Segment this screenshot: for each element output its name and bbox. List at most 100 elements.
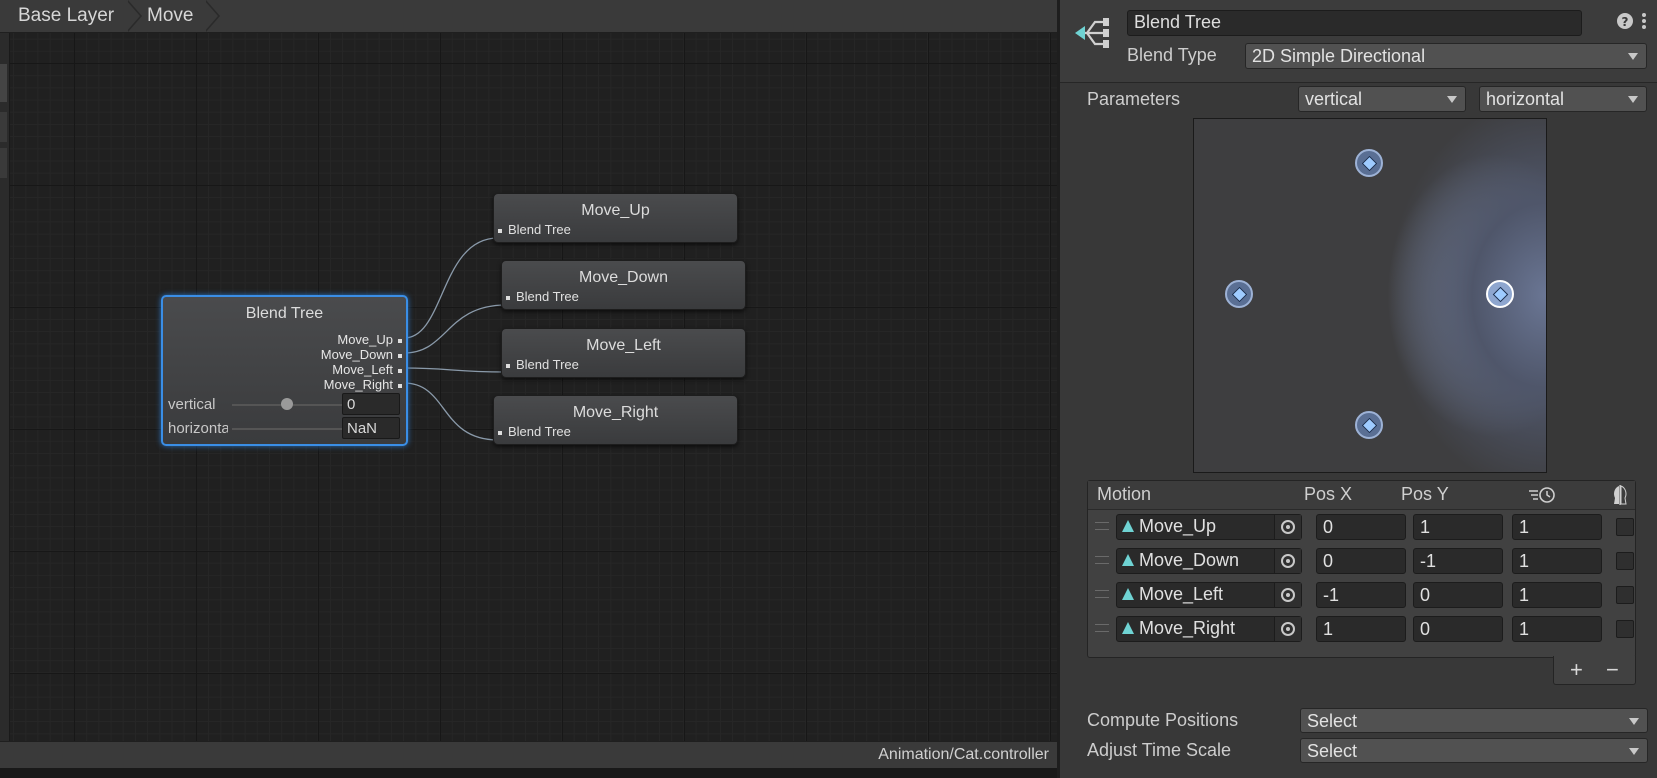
animator-graph[interactable]: Blend Tree Move_Up Move_Down Move_Left M… (0, 0, 1057, 778)
param-row-horizontal: horizontal NaN (167, 417, 402, 441)
animation-clip-icon (1122, 554, 1134, 566)
blend-tree-node[interactable]: Blend Tree Move_Up Move_Down Move_Left M… (161, 295, 408, 446)
pos-x-field[interactable]: -1 (1316, 582, 1406, 608)
object-picker-icon[interactable] (1274, 549, 1301, 573)
pos-x-field[interactable]: 0 (1316, 514, 1406, 540)
param-row-vertical: vertical 0 (167, 393, 402, 417)
help-icon[interactable]: ? (1616, 12, 1634, 30)
drag-handle-icon[interactable] (1095, 522, 1109, 530)
pos-x-field[interactable]: 0 (1316, 548, 1406, 574)
chevron-down-icon (1629, 718, 1639, 725)
blend-point-move-right[interactable] (1486, 280, 1514, 308)
output-port-move-right[interactable]: Move_Right (324, 377, 402, 392)
wire-move-right (403, 382, 499, 441)
pos-y-field[interactable]: 0 (1413, 582, 1503, 608)
parameter-x-dropdown[interactable]: vertical (1298, 86, 1466, 112)
input-port[interactable]: Blend Tree (506, 289, 579, 304)
motion-node-title: Move_Left (586, 337, 661, 354)
add-motion-button[interactable]: + (1570, 657, 1583, 683)
drag-handle-icon[interactable] (1095, 624, 1109, 632)
blend-tree-icon (1075, 18, 1109, 48)
motion-name: Move_Right (1139, 618, 1236, 638)
breadcrumb-item-move[interactable]: Move (147, 0, 193, 32)
motion-row-move-right: Move_Right 1 0 1 (1088, 613, 1635, 647)
pos-y-field[interactable]: 0 (1413, 616, 1503, 642)
blend-tree-name-field[interactable]: Blend Tree (1127, 10, 1582, 36)
pos-x-field[interactable]: 1 (1316, 616, 1406, 642)
kebab-menu-icon[interactable] (1640, 12, 1648, 30)
param-value-field[interactable]: 0 (342, 393, 400, 415)
bottom-bar (0, 768, 1057, 778)
output-label: Move_Left (332, 362, 393, 377)
parameter-y-dropdown[interactable]: horizontal (1479, 86, 1647, 112)
compute-positions-value: Select (1307, 711, 1358, 731)
object-picker-icon[interactable] (1274, 617, 1301, 641)
edge-tab-2[interactable] (0, 112, 7, 142)
object-picker-icon[interactable] (1274, 583, 1301, 607)
edge-tab-3[interactable] (0, 148, 7, 178)
input-port[interactable]: Blend Tree (498, 424, 571, 439)
blend-type-dropdown[interactable]: 2D Simple Directional (1245, 43, 1647, 69)
time-scale-field[interactable]: 1 (1512, 548, 1602, 574)
mirror-checkbox[interactable] (1616, 518, 1634, 536)
pos-y-field[interactable]: -1 (1413, 548, 1503, 574)
time-scale-field[interactable]: 1 (1512, 582, 1602, 608)
time-scale-field[interactable]: 1 (1512, 514, 1602, 540)
drag-handle-icon[interactable] (1095, 556, 1109, 564)
motion-table-header: Motion Pos X Pos Y (1088, 481, 1635, 510)
mirror-checkbox[interactable] (1616, 552, 1634, 570)
blend-tree-node-title: Blend Tree (245, 305, 324, 322)
animation-clip-icon (1122, 588, 1134, 600)
output-port-move-down[interactable]: Move_Down (321, 347, 402, 362)
breadcrumb-separator-fill (204, 0, 218, 32)
output-port-move-left[interactable]: Move_Left (332, 362, 402, 377)
param-slider-track[interactable] (232, 428, 342, 430)
remove-motion-button[interactable]: − (1606, 657, 1619, 683)
time-scale-field[interactable]: 1 (1512, 616, 1602, 642)
motion-node-move-right[interactable]: Move_Right Blend Tree (493, 395, 738, 445)
motion-row-move-down: Move_Down 0 -1 1 (1088, 545, 1635, 579)
motion-field[interactable]: Move_Left (1116, 582, 1302, 608)
blend-point-move-up[interactable] (1355, 149, 1383, 177)
param-slider-knob[interactable] (281, 398, 293, 410)
controller-path: Animation/Cat.controller (878, 746, 1049, 763)
motion-node-move-left[interactable]: Move_Left Blend Tree (501, 328, 746, 378)
motion-field[interactable]: Move_Up (1116, 514, 1302, 540)
pos-y-field[interactable]: 1 (1413, 514, 1503, 540)
inspector-header: Blend Tree ? Blend Type 2D Simple Direct… (1060, 0, 1657, 83)
parameters-label: Parameters (1087, 89, 1181, 109)
adjust-time-scale-dropdown[interactable]: Select (1300, 738, 1648, 763)
drag-handle-icon[interactable] (1095, 590, 1109, 598)
chevron-down-icon (1447, 96, 1457, 103)
add-remove-buttons: + − (1553, 656, 1636, 685)
breadcrumb-item-base-layer[interactable]: Base Layer (18, 0, 114, 32)
inspector-panel: Blend Tree ? Blend Type 2D Simple Direct… (1057, 0, 1657, 778)
object-picker-icon[interactable] (1274, 515, 1301, 539)
output-port-move-up[interactable]: Move_Up (337, 332, 402, 347)
compute-positions-label: Compute Positions (1087, 710, 1239, 730)
blend-point-move-left[interactable] (1225, 280, 1253, 308)
adjust-time-scale-label: Adjust Time Scale (1087, 740, 1232, 760)
compute-positions-dropdown[interactable]: Select (1300, 708, 1648, 733)
param-value-field[interactable]: NaN (342, 417, 400, 439)
output-label: Move_Up (337, 332, 393, 347)
status-footer: Animation/Cat.controller (0, 741, 1057, 769)
input-port[interactable]: Blend Tree (506, 357, 579, 372)
motion-node-move-up[interactable]: Move_Up Blend Tree (493, 193, 738, 243)
motion-field[interactable]: Move_Down (1116, 548, 1302, 574)
blend-point-move-down[interactable] (1355, 411, 1383, 439)
motion-name: Move_Down (1139, 550, 1240, 570)
motion-row-move-up: Move_Up 0 1 1 (1088, 511, 1635, 545)
motion-node-title: Move_Up (581, 202, 650, 219)
input-port[interactable]: Blend Tree (498, 222, 571, 237)
blend-space-graph[interactable] (1193, 118, 1547, 473)
edge-tab-1[interactable] (0, 64, 7, 102)
motion-field[interactable]: Move_Right (1116, 616, 1302, 642)
motion-row-move-left: Move_Left -1 0 1 (1088, 579, 1635, 613)
connection-wires (403, 237, 507, 441)
left-edge-panel (0, 32, 10, 772)
header-pos-x: Pos X (1304, 484, 1353, 504)
mirror-checkbox[interactable] (1616, 620, 1634, 638)
motion-node-move-down[interactable]: Move_Down Blend Tree (501, 260, 746, 310)
mirror-checkbox[interactable] (1616, 586, 1634, 604)
